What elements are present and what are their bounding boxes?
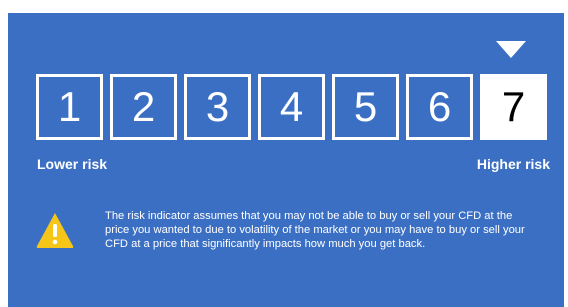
risk-indicator-panel: 1 2 3 4 5 6 7 Lower risk Higher risk The… [8,13,564,307]
lower-risk-label: Lower risk [37,156,108,172]
page: 1 2 3 4 5 6 7 Lower risk Higher risk The… [0,0,568,307]
higher-risk-label: Higher risk [476,156,550,172]
risk-level-5: 5 [332,74,399,140]
risk-level-2: 2 [110,74,177,140]
risk-level-6: 6 [406,74,473,140]
risk-scale: 1 2 3 4 5 6 7 [36,74,548,140]
risk-level-7: 7 [480,74,547,140]
risk-disclaimer-text: The risk indicator assumes that you may … [105,210,525,250]
warning-triangle-icon [36,213,74,248]
selected-level-marker-icon [496,41,526,58]
risk-level-4: 4 [258,74,325,140]
risk-level-1: 1 [36,74,103,140]
risk-level-3: 3 [184,74,251,140]
